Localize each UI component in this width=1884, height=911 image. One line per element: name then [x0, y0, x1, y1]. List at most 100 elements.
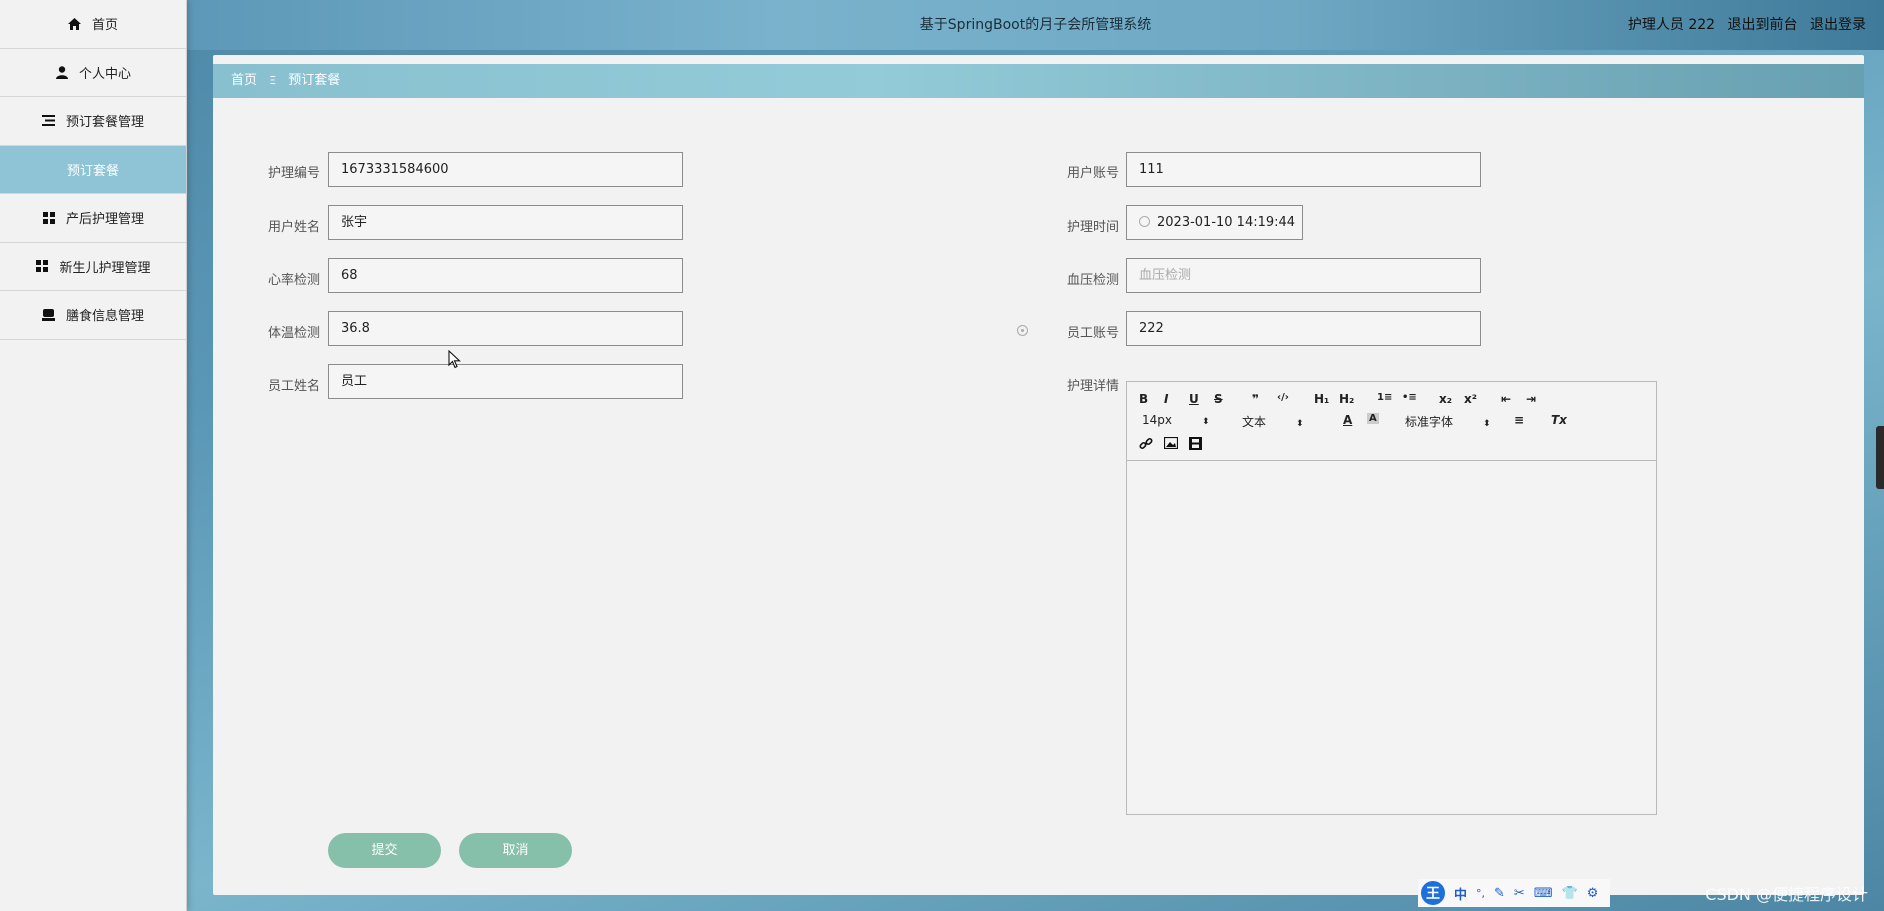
care-number-input[interactable]: 1673331584600 [328, 152, 683, 187]
label-blood-pressure: 血压检测 [1066, 273, 1119, 288]
sidebar-item-label: 预订套餐 [66, 163, 119, 179]
cancel-button[interactable]: 取消 [459, 833, 572, 868]
sidebar-item-label: 产后护理管理 [65, 212, 144, 228]
sidebar-item-profile[interactable]: 个人中心 [0, 49, 186, 97]
strike-button[interactable]: S [1214, 392, 1223, 406]
care-time-picker[interactable]: 2023-01-10 14:19:44 [1126, 205, 1303, 240]
label-care-time: 护理时间 [1066, 220, 1119, 235]
select-arrow-icon: ⬍ [1483, 419, 1491, 429]
heart-rate-input[interactable]: 68 [328, 258, 683, 293]
breadcrumb-home[interactable]: 首页 [231, 73, 257, 88]
video-icon[interactable] [1189, 437, 1202, 453]
background-color-button[interactable]: A [1367, 413, 1379, 424]
rich-text-editor: B I U S ❞ ‹/› H₁ H₂ 1≡ •≡ x₂ x² ⇤ ⇥ 14px… [1126, 381, 1657, 815]
label-staff-account: 员工账号 [1066, 326, 1119, 341]
sidebar-item-label: 首页 [91, 18, 118, 34]
sidebar-item-home[interactable]: 首页 [0, 0, 186, 49]
sidebar: 首页 个人中心 预订套餐管理 预订套餐 产后护理管理 新生儿护理管理 膳食信息管… [0, 0, 187, 911]
italic-button[interactable]: I [1164, 392, 1168, 406]
clear-format-icon[interactable]: Tx [1551, 413, 1567, 427]
sidebar-item-label: 个人中心 [78, 66, 131, 82]
heading2-button[interactable]: H₂ [1339, 392, 1354, 406]
top-header: 基于SpringBoot的月子会所管理系统 护理人员 222 退出到前台 退出登… [187, 0, 1884, 50]
logout-link[interactable]: 退出登录 [1810, 17, 1866, 33]
temperature-input[interactable]: 36.8 [328, 311, 683, 346]
breadcrumb-separator: Ξ [269, 74, 277, 87]
home-icon [68, 17, 82, 31]
sidebar-item-newborn[interactable]: 新生儿护理管理 [0, 243, 186, 291]
ordered-list-icon[interactable]: 1≡ [1377, 392, 1392, 403]
font-size-value: 14px [1142, 413, 1172, 427]
bullet-list-icon[interactable]: •≡ [1402, 392, 1417, 403]
editor-content-area[interactable] [1127, 461, 1656, 815]
sidebar-item-meals[interactable]: 膳食信息管理 [0, 291, 186, 340]
sidebar-item-booking-mgmt[interactable]: 预订套餐管理 [0, 97, 186, 146]
gear-icon[interactable]: ⚙ [1587, 886, 1599, 901]
heading1-button[interactable]: H₁ [1314, 392, 1329, 406]
label-user-name: 用户姓名 [267, 220, 320, 235]
breadcrumb-current: 预订套餐 [288, 73, 341, 88]
quote-icon[interactable]: ❞ [1252, 392, 1259, 406]
ime-mode-toggle[interactable]: 中 [1454, 884, 1467, 903]
outdent-icon[interactable]: ⇤ [1501, 392, 1511, 406]
font-family-value: 标准字体 [1405, 415, 1454, 429]
bold-button[interactable]: B [1139, 392, 1148, 406]
text-type-value: 文本 [1242, 415, 1267, 429]
keyboard-icon[interactable]: ⌨ [1534, 886, 1553, 901]
font-family-select[interactable]: 标准字体 ⬍ [1405, 413, 1491, 430]
list-icon [42, 114, 56, 128]
submit-button[interactable]: 提交 [328, 833, 441, 868]
header-user-area: 护理人员 222 退出到前台 退出登录 [1620, 14, 1866, 34]
tray-icon [42, 308, 56, 322]
select-arrow-icon: ⬍ [1202, 417, 1210, 427]
breadcrumb: 首页 Ξ 预订套餐 [213, 64, 1864, 98]
scissors-icon[interactable]: ✂ [1514, 886, 1525, 901]
underline-button[interactable]: U [1189, 392, 1199, 406]
scroll-handle[interactable] [1876, 426, 1884, 489]
font-size-select[interactable]: 14px ⬍ [1142, 413, 1210, 427]
ime-punct-toggle[interactable]: °, [1476, 887, 1485, 900]
sidebar-item-label: 膳食信息管理 [65, 309, 144, 325]
label-staff-name: 员工姓名 [267, 379, 320, 394]
user-icon [55, 65, 69, 79]
editor-toolbar: B I U S ❞ ‹/› H₁ H₂ 1≡ •≡ x₂ x² ⇤ ⇥ 14px… [1127, 382, 1656, 461]
select-arrow-icon: ⬍ [1296, 419, 1304, 429]
sidebar-item-booking[interactable]: 预订套餐 [0, 145, 186, 194]
sidebar-item-label: 新生儿护理管理 [59, 260, 151, 276]
label-temperature: 体温检测 [267, 326, 320, 341]
watermark: CSDN @便捷程序设计 [1705, 885, 1868, 904]
to-front-link[interactable]: 退出到前台 [1728, 17, 1798, 33]
ime-toolbar: 王 中 °, ✎ ✂ ⌨ 👕 ⚙ [1418, 879, 1610, 907]
care-time-value: 2023-01-10 14:19:44 [1157, 215, 1296, 230]
shirt-icon[interactable]: 👕 [1562, 886, 1578, 901]
ime-logo-icon[interactable]: 王 [1421, 881, 1445, 905]
blood-pressure-input[interactable]: 血压检测 [1126, 258, 1481, 293]
grid-icon [35, 259, 49, 273]
user-account-input[interactable]: 111 [1126, 152, 1481, 187]
link-icon[interactable] [1139, 437, 1153, 454]
user-name-input[interactable]: 张宇 [328, 205, 683, 240]
sidebar-item-postpartum[interactable]: 产后护理管理 [0, 194, 186, 243]
label-care-number: 护理编号 [267, 166, 320, 181]
sidebar-item-label: 预订套餐管理 [65, 115, 144, 131]
subscript-button[interactable]: x₂ [1439, 392, 1452, 406]
grid-icon [42, 211, 56, 225]
pen-icon[interactable]: ✎ [1494, 886, 1505, 901]
label-care-detail: 护理详情 [1066, 379, 1119, 394]
image-icon[interactable] [1163, 436, 1179, 452]
radio-indicator-icon [1017, 325, 1028, 336]
content-panel: 首页 Ξ 预订套餐 护理编号 1673331584600 用户姓名 张宇 心率检… [213, 55, 1864, 895]
staff-name-input[interactable]: 员工 [328, 364, 683, 399]
clock-icon [1139, 216, 1150, 227]
label-heart-rate: 心率检测 [267, 273, 320, 288]
staff-account-input[interactable]: 222 [1126, 311, 1481, 346]
user-label: 护理人员 222 [1627, 17, 1716, 33]
text-type-select[interactable]: 文本 ⬍ [1242, 413, 1304, 430]
superscript-button[interactable]: x² [1464, 392, 1477, 406]
align-icon[interactable]: ≡ [1514, 413, 1524, 427]
label-user-account: 用户账号 [1066, 166, 1119, 181]
indent-icon[interactable]: ⇥ [1526, 392, 1536, 406]
mouse-cursor-icon [448, 349, 461, 373]
font-color-button[interactable]: A [1343, 413, 1352, 427]
code-icon[interactable]: ‹/› [1277, 392, 1289, 403]
